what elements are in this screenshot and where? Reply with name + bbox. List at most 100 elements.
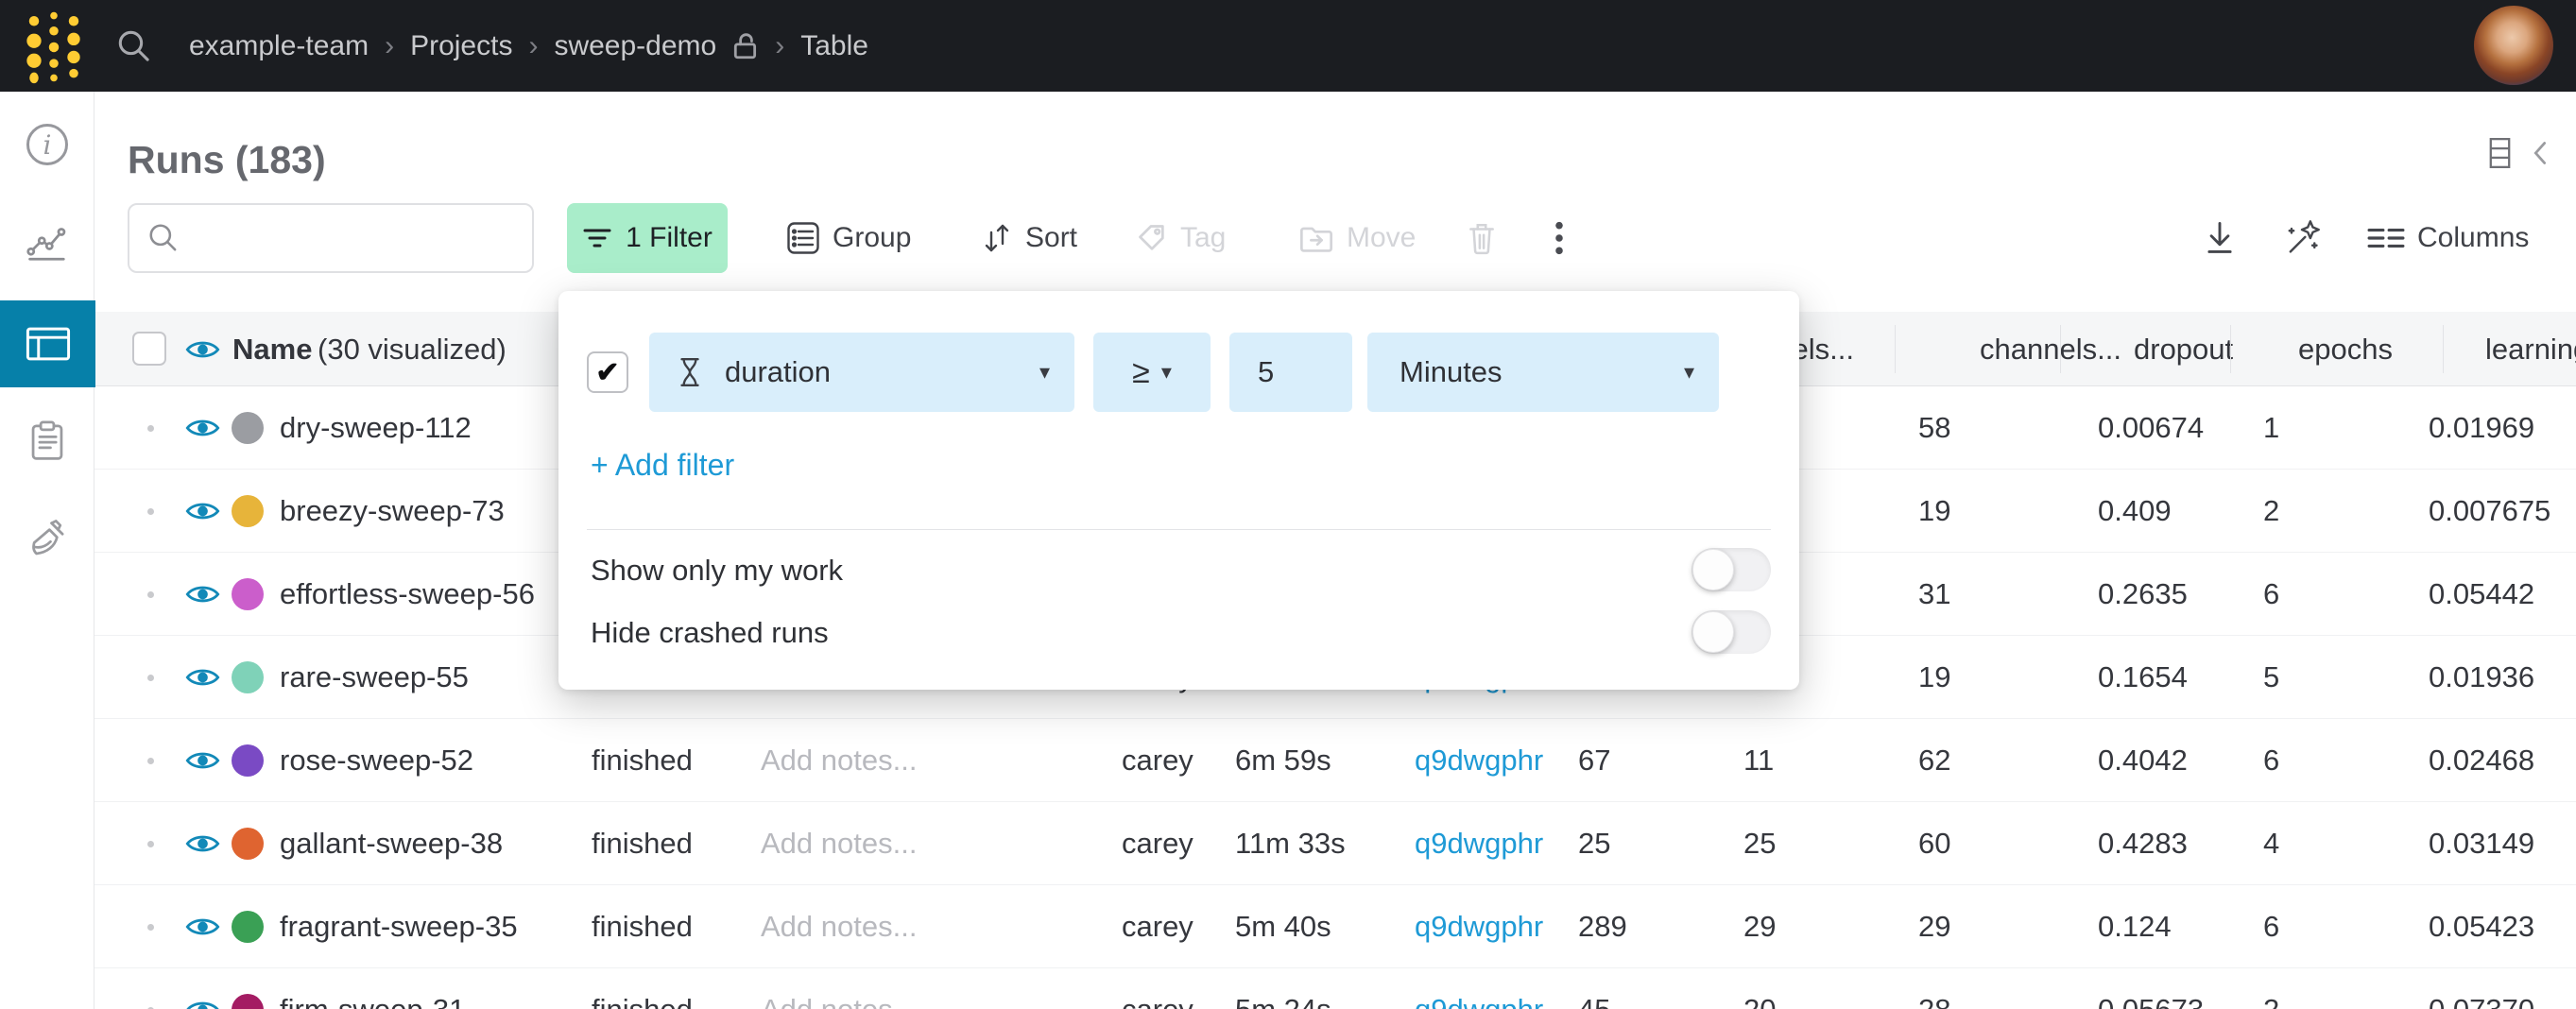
run-name[interactable]: fragrant-sweep-35 [280, 885, 518, 968]
select-all-checkbox[interactable] [132, 332, 166, 366]
visibility-eye-icon[interactable] [185, 998, 220, 1009]
filter-button[interactable]: 1 Filter [567, 203, 728, 273]
cell-learning: 0.01936 [2429, 636, 2534, 719]
table-row: rose-sweep-52finishedAdd notes...carey6m… [94, 719, 2576, 802]
run-name[interactable]: breezy-sweep-73 [280, 470, 505, 553]
filter-operator-select[interactable]: ≥ ▾ [1093, 333, 1211, 412]
run-name[interactable]: rose-sweep-52 [280, 719, 473, 802]
sidebar-item-overview[interactable]: i [0, 101, 94, 188]
kebab-icon [1554, 219, 1565, 257]
drag-handle-dot[interactable] [147, 425, 154, 432]
cell-sweep[interactable]: q9dwgphr [1415, 802, 1543, 885]
column-header-epochs[interactable]: epochs [2298, 312, 2393, 386]
cell-dropout: 0.05673 [2098, 968, 2204, 1009]
mini-table-icon[interactable] [2489, 138, 2511, 168]
chevron-down-icon: ▾ [1039, 360, 1050, 385]
drag-handle-dot[interactable] [147, 508, 154, 515]
cell-notes[interactable]: Add notes... [761, 885, 917, 968]
breadcrumb: example-team › Projects › sweep-demo › T… [189, 0, 868, 92]
cell-dropout: 0.00674 [2098, 386, 2204, 470]
drag-handle-dot[interactable] [147, 841, 154, 847]
visibility-eye-icon[interactable] [185, 665, 220, 690]
column-header-channels-b[interactable]: channels... [1980, 312, 2121, 386]
topbar: example-team › Projects › sweep-demo › T… [0, 0, 2576, 92]
breadcrumb-project[interactable]: sweep-demo [554, 30, 716, 62]
cell-user: carey [1122, 968, 1194, 1009]
show-only-my-work-toggle[interactable] [1692, 548, 1771, 591]
drag-handle-dot[interactable] [147, 591, 154, 598]
page-title: Runs (183) [128, 138, 326, 182]
visibility-eye-icon[interactable] [185, 416, 220, 440]
cell-channels_a: 25 [1743, 802, 1776, 885]
visibility-eye-icon[interactable] [185, 748, 220, 773]
more-actions-button[interactable] [1554, 203, 1565, 273]
filter-field-value: duration [725, 355, 831, 389]
sidebar-item-sweeps[interactable] [0, 496, 94, 583]
run-name[interactable]: gallant-sweep-38 [280, 802, 503, 885]
group-icon [786, 221, 820, 255]
visibility-eye-icon[interactable] [185, 831, 220, 856]
search-input[interactable] [194, 222, 515, 254]
chevron-left-icon[interactable] [2532, 140, 2549, 166]
hide-crashed-runs-toggle[interactable] [1692, 610, 1771, 654]
cell-channels_a: 29 [1743, 885, 1776, 968]
avatar[interactable] [2474, 6, 2553, 85]
cell-sweep[interactable]: q9dwgphr [1415, 719, 1543, 802]
clipboard-icon [26, 419, 68, 463]
cell-dropout: 0.124 [2098, 885, 2172, 968]
breadcrumb-team[interactable]: example-team [189, 30, 369, 62]
sidebar-item-charts[interactable] [0, 199, 94, 286]
run-name[interactable]: effortless-sweep-56 [280, 553, 535, 636]
wandb-logo[interactable] [21, 7, 87, 86]
visibility-eye-icon[interactable] [185, 337, 220, 362]
cell-notes[interactable]: Add notes... [761, 802, 917, 885]
cell-learning: 0.03149 [2429, 802, 2534, 885]
breadcrumb-separator: › [528, 30, 538, 62]
hide-crashed-runs-label: Hide crashed runs [591, 616, 829, 650]
filter-value-input[interactable] [1229, 333, 1352, 412]
search-icon[interactable] [115, 27, 153, 65]
columns-button[interactable]: Columns [2367, 203, 2529, 273]
run-name[interactable]: dry-sweep-112 [280, 386, 472, 470]
trash-icon [1467, 221, 1497, 255]
column-header-learning-rate[interactable]: learning_... [2485, 312, 2576, 386]
filter-unit-select[interactable]: Minutes ▾ [1367, 333, 1719, 412]
cell-notes[interactable]: Add notes... [761, 719, 917, 802]
breadcrumb-projects[interactable]: Projects [410, 30, 512, 62]
cell-batch: 289 [1578, 885, 1627, 968]
export-button[interactable] [2202, 203, 2238, 273]
filter-button-label: 1 Filter [626, 222, 713, 254]
sort-button[interactable]: Sort [981, 203, 1077, 273]
magic-wand-button[interactable] [2282, 203, 2322, 273]
cell-sweep[interactable]: q9dwgphr [1415, 968, 1543, 1009]
move-icon [1298, 222, 1334, 254]
filter-row-checkbox[interactable]: ✔ [587, 351, 628, 393]
cell-learning: 0.05442 [2429, 553, 2534, 636]
runs-search [128, 203, 534, 273]
column-header-dropout[interactable]: dropout [2134, 312, 2233, 386]
column-header-name[interactable]: Name [232, 312, 312, 386]
visibility-eye-icon[interactable] [185, 499, 220, 523]
drag-handle-dot[interactable] [147, 675, 154, 681]
cell-notes[interactable]: Add notes... [761, 968, 917, 1009]
drag-handle-dot[interactable] [147, 924, 154, 931]
line-chart-icon [26, 222, 69, 264]
run-name[interactable]: firm-sweep-31 [280, 968, 465, 1009]
cell-learning: 0.07370 [2429, 968, 2534, 1009]
run-name[interactable]: rare-sweep-55 [280, 636, 469, 719]
add-filter-link[interactable]: + Add filter [591, 448, 734, 483]
sidebar-item-reports[interactable] [0, 398, 94, 485]
breadcrumb-page[interactable]: Table [800, 30, 868, 62]
sidebar-item-table[interactable] [0, 300, 95, 387]
broom-icon [26, 518, 69, 561]
cell-channels_b: 28 [1918, 968, 1950, 1009]
filter-icon [582, 225, 612, 251]
visibility-eye-icon[interactable] [185, 582, 220, 607]
cell-channels_b: 19 [1918, 636, 1950, 719]
visibility-eye-icon[interactable] [185, 915, 220, 939]
cell-channels_b: 62 [1918, 719, 1950, 802]
cell-sweep[interactable]: q9dwgphr [1415, 885, 1543, 968]
drag-handle-dot[interactable] [147, 758, 154, 764]
filter-field-select[interactable]: duration ▾ [649, 333, 1074, 412]
group-button[interactable]: Group [786, 203, 911, 273]
